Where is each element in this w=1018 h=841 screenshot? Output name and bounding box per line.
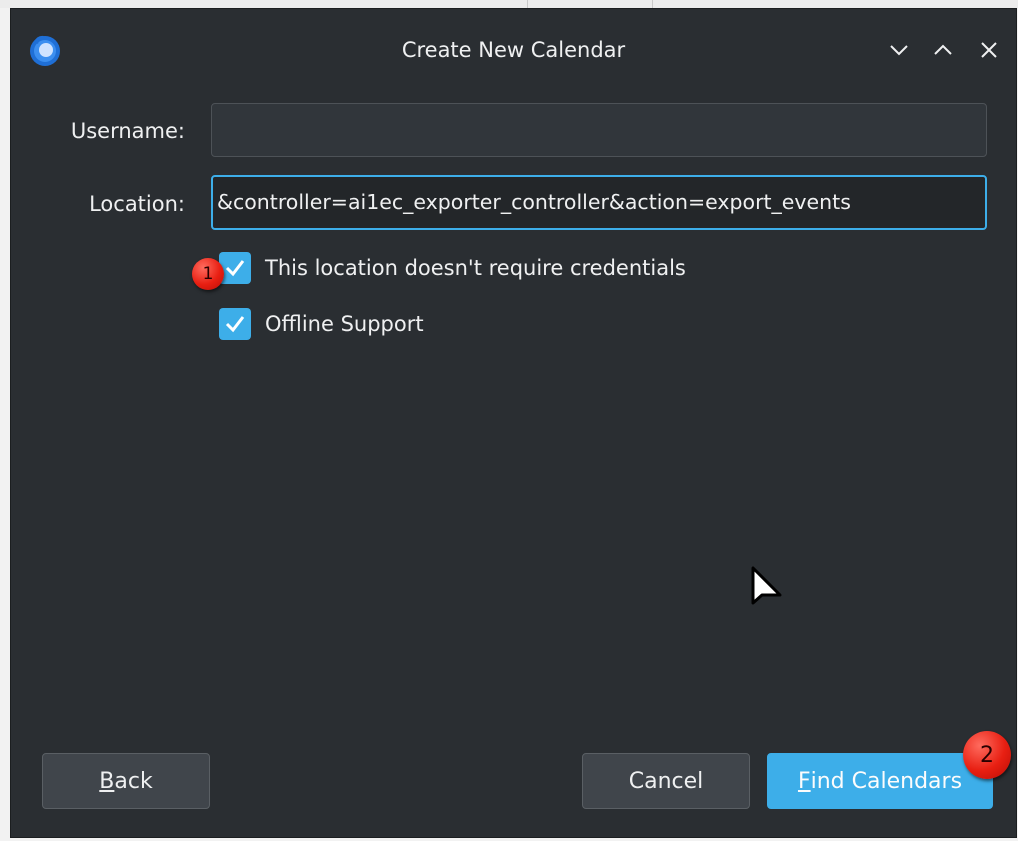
close-button[interactable] [974, 35, 1004, 65]
find-mnemonic: F [797, 768, 811, 794]
create-calendar-dialog: Create New Calendar Username: Location: … [10, 8, 1017, 838]
chevron-up-icon [934, 44, 952, 55]
location-label: Location: [89, 192, 185, 216]
close-icon [981, 42, 997, 58]
check-icon [225, 316, 245, 333]
find-label: ind Calendars [810, 768, 963, 794]
cancel-button[interactable]: Cancel [582, 753, 750, 809]
annotation-badge-2: 2 [963, 731, 1011, 779]
minimize-button[interactable] [884, 35, 914, 65]
check-icon [225, 260, 245, 277]
cancel-label: Cancel [628, 768, 704, 794]
no-credentials-checkbox[interactable] [219, 252, 251, 284]
window-title: Create New Calendar [401, 38, 626, 62]
no-credentials-option[interactable]: This location doesn't require credential… [219, 252, 686, 284]
offline-support-label: Offline Support [265, 312, 424, 336]
location-value: &controller=ai1ec_exporter_controller&ac… [217, 190, 851, 214]
mouse-pointer-icon [751, 566, 782, 605]
annotation-badge-1: 1 [192, 258, 224, 290]
maximize-button[interactable] [928, 35, 958, 65]
desktop-backdrop [0, 0, 1018, 8]
offline-support-checkbox[interactable] [219, 308, 251, 340]
back-button[interactable]: Back [42, 753, 210, 809]
location-input[interactable]: &controller=ai1ec_exporter_controller&ac… [211, 175, 987, 230]
back-mnemonic: B [99, 768, 115, 794]
back-label: ack [114, 768, 153, 794]
offline-support-option[interactable]: Offline Support [219, 308, 424, 340]
title-bar[interactable]: Create New Calendar [11, 9, 1016, 87]
find-calendars-button[interactable]: Find Calendars [767, 753, 993, 809]
no-credentials-label: This location doesn't require credential… [265, 256, 686, 280]
username-label: Username: [70, 119, 185, 143]
chevron-down-icon [890, 45, 908, 56]
username-input[interactable] [211, 103, 987, 157]
